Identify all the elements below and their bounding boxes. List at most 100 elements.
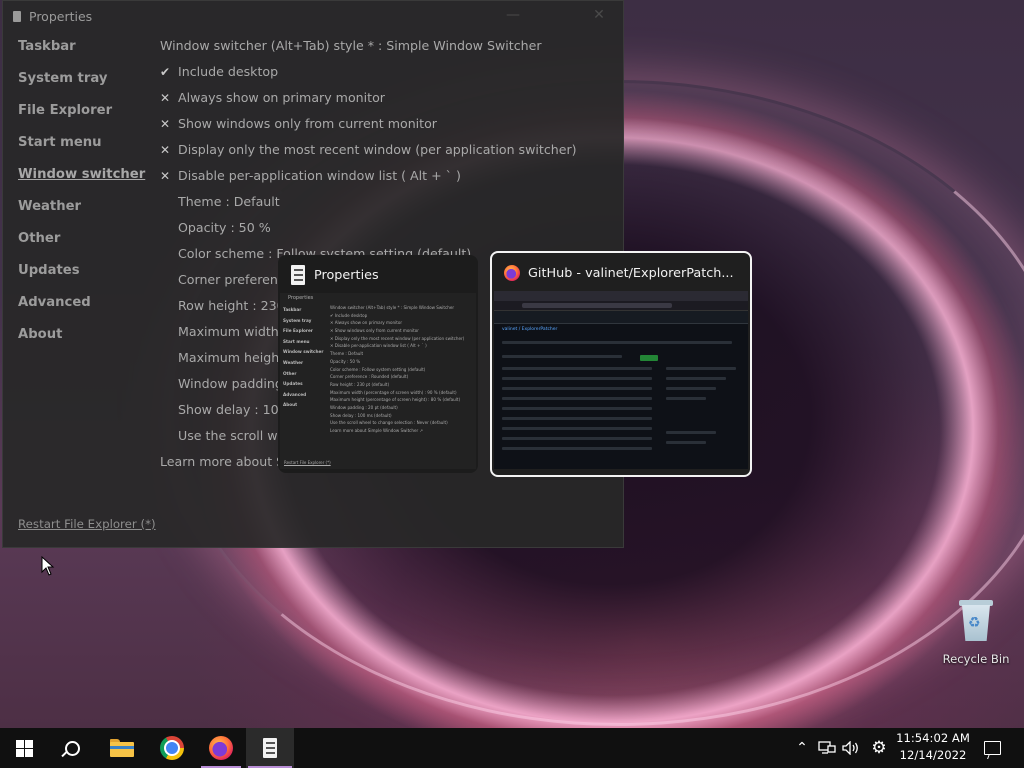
mini-line <box>666 367 736 370</box>
thumbnail-title: GitHub - valinet/ExplorerPatch... <box>528 265 734 281</box>
chrome-icon <box>160 736 184 760</box>
close-button[interactable]: ✕ <box>589 7 609 23</box>
mini-nav-item: Taskbar <box>283 307 302 312</box>
most-recent-window-option[interactable]: ✕ Display only the most recent window (p… <box>158 137 577 163</box>
cross-icon: ✕ <box>160 117 171 131</box>
notifications-button[interactable] <box>980 728 1004 768</box>
sidebar-item-system-tray[interactable]: System tray <box>18 69 145 101</box>
sidebar-item-about[interactable]: About <box>18 325 145 357</box>
mini-setting: Maximum width (percentage of screen widt… <box>330 389 457 395</box>
sidebar-item-file-explorer[interactable]: File Explorer <box>18 101 145 133</box>
sidebar-item-taskbar[interactable]: Taskbar <box>18 37 145 69</box>
mini-nav-item: Start menu <box>283 338 310 344</box>
mini-setting: Theme : Default <box>330 351 364 357</box>
mini-repo-name: valinet / ExplorerPatcher <box>502 327 558 332</box>
show-hidden-icons-chevron-icon[interactable]: ⌃ <box>792 728 812 768</box>
thumbnail-header: Properties <box>278 255 478 295</box>
settings-gear-icon[interactable]: ⚙ <box>868 728 890 768</box>
mini-setting: Window switcher (Alt+Tab) style * : Simp… <box>330 305 455 310</box>
sidebar-item-weather[interactable]: Weather <box>18 197 145 229</box>
window-titlebar[interactable]: Properties — ✕ <box>3 1 623 31</box>
file-explorer-icon <box>110 739 134 757</box>
minimize-button[interactable]: — <box>503 7 523 23</box>
mini-line <box>502 387 652 390</box>
check-icon: ✔ <box>160 65 171 79</box>
recycle-bin[interactable]: ♻ Recycle Bin <box>938 598 1014 666</box>
opacity-setting[interactable]: Opacity : 50 % <box>158 215 577 241</box>
mini-line <box>502 427 652 430</box>
include-desktop-option[interactable]: ✔ Include desktop <box>158 59 577 85</box>
mini-line <box>502 397 652 400</box>
mini-nav-item: System tray <box>283 317 312 323</box>
mini-setting: ✕ Show windows only from current monitor <box>330 328 419 334</box>
properties-app-icon <box>262 738 278 758</box>
recycle-bin-icon: ♻ <box>959 598 993 642</box>
network-icon[interactable] <box>817 728 837 768</box>
switcher-thumbnail-github[interactable]: GitHub - valinet/ExplorerPatch... valine… <box>490 251 752 477</box>
mini-setting: ✕ Always show on primary monitor <box>330 320 403 326</box>
sidebar-item-updates[interactable]: Updates <box>18 261 145 293</box>
mini-line <box>666 397 706 400</box>
sidebar-item-other[interactable]: Other <box>18 229 145 261</box>
always-primary-monitor-option[interactable]: ✕ Always show on primary monitor <box>158 85 577 111</box>
switcher-thumbnail-properties[interactable]: Properties Properties Taskbar System tra… <box>278 255 478 473</box>
mini-setting: Maximum height (percentage of screen hei… <box>330 397 461 403</box>
disable-per-app-option[interactable]: ✕ Disable per-application window list ( … <box>158 163 577 189</box>
chrome-button[interactable] <box>148 728 196 768</box>
cross-icon: ✕ <box>160 143 171 157</box>
firefox-icon <box>209 736 233 760</box>
sidebar-item-start-menu[interactable]: Start menu <box>18 133 145 165</box>
mini-setting: Color scheme : Follow system setting (de… <box>330 366 426 372</box>
taskbar-clock[interactable]: 11:54:02 AM 12/14/2022 <box>894 730 972 764</box>
mini-line <box>502 407 652 410</box>
mini-line <box>502 377 652 380</box>
mini-nav-item: Updates <box>283 381 303 387</box>
start-button[interactable] <box>0 728 48 768</box>
mini-github-page: valinet / ExplorerPatcher <box>494 291 748 469</box>
volume-icon[interactable] <box>841 728 861 768</box>
mini-nav-item: Other <box>283 370 297 376</box>
mini-browser-tabs <box>494 291 748 301</box>
mini-setting: Use the scroll wheel to change selection… <box>330 420 448 426</box>
sidebar-item-window-switcher[interactable]: Window switcher <box>18 165 145 197</box>
window-title: Properties <box>29 8 93 24</box>
thumbnail-preview: valinet / ExplorerPatcher <box>494 291 748 471</box>
mini-line <box>502 447 652 450</box>
properties-app-icon <box>13 10 21 22</box>
mini-line <box>502 367 652 370</box>
mini-line <box>502 341 732 344</box>
mini-url-bar <box>522 303 672 308</box>
mini-setting: ✔ Include desktop <box>330 312 368 318</box>
mini-line <box>502 417 652 420</box>
firefox-button[interactable] <box>197 728 245 768</box>
windows-logo-icon <box>15 739 33 757</box>
mini-nav-item: Window switcher <box>283 349 324 355</box>
switcher-style-setting[interactable]: Window switcher (Alt+Tab) style * : Simp… <box>158 33 577 59</box>
mini-nav-item: Weather <box>283 359 304 365</box>
mini-nav-item: Advanced <box>283 391 307 397</box>
current-monitor-option[interactable]: ✕ Show windows only from current monitor <box>158 111 577 137</box>
mini-settings: Window switcher (Alt+Tab) style * : Simp… <box>330 305 464 436</box>
mini-line <box>502 437 652 440</box>
clock-date: 12/14/2022 <box>899 748 967 762</box>
sidebar-item-advanced[interactable]: Advanced <box>18 293 145 325</box>
mini-setting: Learn more about Simple Window Switcher … <box>330 428 423 433</box>
option-label: Always show on primary monitor <box>178 90 385 105</box>
search-icon <box>64 740 80 756</box>
mini-setting: Show delay : 100 ms (default) <box>330 412 392 418</box>
mini-line <box>666 441 706 444</box>
mini-setting: Row height : 230 pt (default) <box>330 381 390 387</box>
properties-taskbar-button[interactable] <box>246 728 294 768</box>
theme-setting[interactable]: Theme : Default <box>158 189 577 215</box>
mini-code-button <box>640 355 658 361</box>
mini-line <box>666 387 716 390</box>
mini-setting: ✕ Disable per-application window list ( … <box>330 343 427 349</box>
sidebar-nav: Taskbar System tray File Explorer Start … <box>18 37 145 357</box>
file-explorer-button[interactable] <box>98 728 146 768</box>
mini-nav-item: About <box>283 402 298 408</box>
restart-explorer-link[interactable]: Restart File Explorer (*) <box>18 517 156 531</box>
mini-nav: Taskbar System tray File Explorer Start … <box>283 307 323 413</box>
cross-icon: ✕ <box>160 91 171 105</box>
search-button[interactable] <box>48 728 96 768</box>
thumbnail-preview: Properties Taskbar System tray File Expl… <box>280 293 476 469</box>
